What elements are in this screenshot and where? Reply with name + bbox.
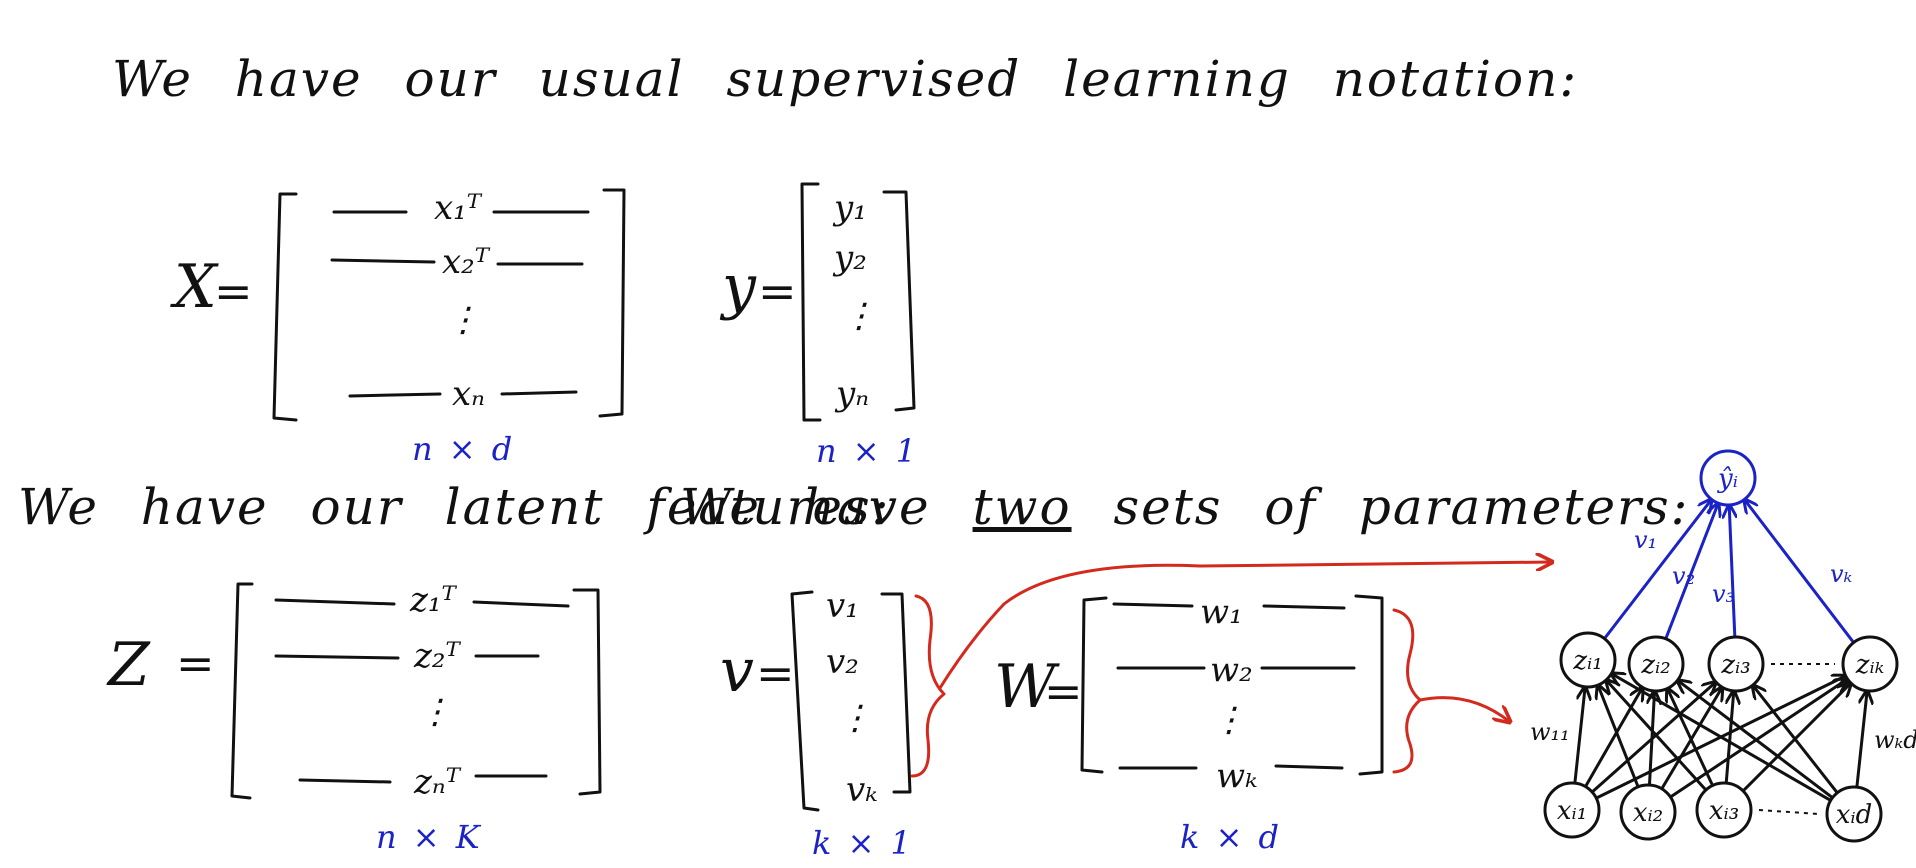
v-label-1: v₁ bbox=[1634, 526, 1657, 554]
neural-network: zᵢ₁ zᵢ₂ zᵢ₃ zᵢₖ xᵢ₁ xᵢ₂ xᵢ₃ xᵢd ŷᵢ v₁ v₂ v₃ vₖ w₁₁ wₖd bbox=[1530, 449, 1916, 843]
edge-x2-z1 bbox=[1598, 685, 1640, 788]
edge-z3-yhat bbox=[1729, 505, 1735, 638]
hidden-z3-label: zᵢ₃ bbox=[1720, 650, 1750, 680]
edge-x3-z1 bbox=[1606, 680, 1707, 792]
edge-x3-z3 bbox=[1724, 691, 1734, 784]
hidden-z4-label: zᵢₖ bbox=[1855, 650, 1884, 680]
input-x3-label: xᵢ₃ bbox=[1709, 796, 1739, 826]
edge-x1-z1 bbox=[1573, 687, 1585, 784]
input-x4-label: xᵢd bbox=[1836, 800, 1873, 830]
edge-z1-yhat bbox=[1603, 499, 1711, 640]
input-ellipsis bbox=[1758, 809, 1820, 815]
input-x1-label: xᵢ₁ bbox=[1557, 796, 1587, 826]
v-label-4: vₖ bbox=[1830, 560, 1853, 588]
v-label-3: v₃ bbox=[1712, 580, 1735, 608]
output-yhat-label: ŷᵢ bbox=[1717, 464, 1738, 494]
hidden-z1-label: zᵢ₁ bbox=[1572, 646, 1602, 676]
input-x2-label: xᵢ₂ bbox=[1633, 798, 1663, 828]
v-label-2: v₂ bbox=[1672, 562, 1695, 590]
edge-x4-z4 bbox=[1855, 691, 1867, 788]
hidden-z2-label: zᵢ₂ bbox=[1640, 650, 1670, 680]
w-label-11: w₁₁ bbox=[1530, 718, 1570, 746]
w-label-kd: wₖd bbox=[1874, 726, 1916, 754]
